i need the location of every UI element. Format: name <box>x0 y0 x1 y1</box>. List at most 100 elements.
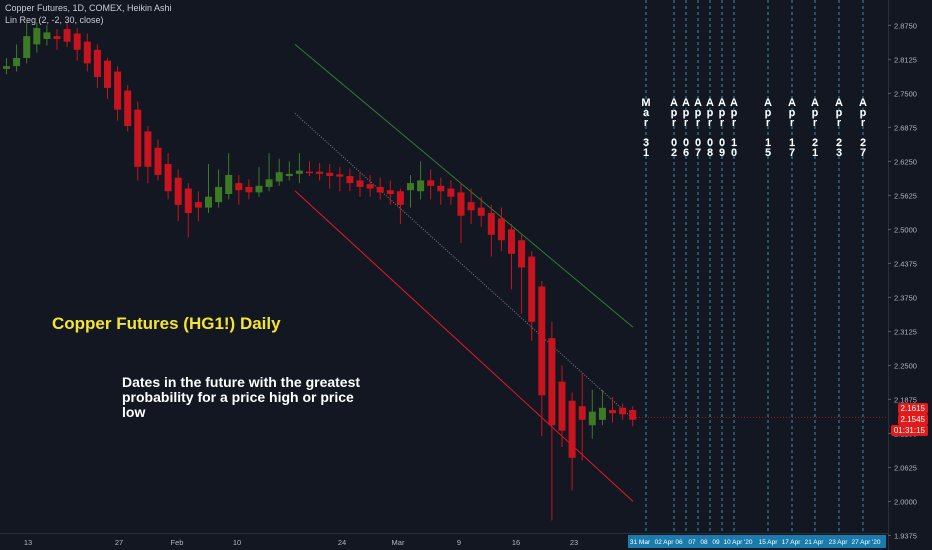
price-tick-label: 2.0000 <box>894 497 917 506</box>
price-chart[interactable]: 2.8750 2.8125 2.7500 2.6875 2.6250 2.5625 2.50… <box>0 0 932 550</box>
candle-up[interactable] <box>13 57 21 67</box>
candle-down[interactable] <box>609 409 616 414</box>
vertical-date-month: Mar <box>641 97 651 129</box>
vertical-date-label: Apr 10 <box>729 98 739 159</box>
candle-down[interactable] <box>487 213 495 235</box>
candle-down[interactable] <box>629 409 637 420</box>
future-date-label: 31 Mar <box>630 539 651 546</box>
vertical-date-label: Apr 08 <box>705 97 715 159</box>
candle-down[interactable] <box>194 202 202 208</box>
candle-up[interactable] <box>285 173 293 177</box>
candle-up[interactable] <box>215 186 223 203</box>
candle-up[interactable] <box>33 28 41 45</box>
candle-down[interactable] <box>518 240 526 268</box>
price-tick-label: 2.6250 <box>894 157 917 166</box>
candle-down[interactable] <box>93 49 101 78</box>
vertical-date-label: Apr 27 <box>858 98 868 159</box>
candle-down[interactable] <box>316 171 324 174</box>
candle-down[interactable] <box>538 286 546 396</box>
candle-down[interactable] <box>467 202 475 211</box>
chart-title-annotation: Copper Futures (HG1!) Daily <box>52 314 281 333</box>
price-tick-label: 2.8750 <box>894 21 917 30</box>
future-date-label: 06 <box>675 539 683 546</box>
vertical-date-day: 07 <box>694 137 702 159</box>
candle-up[interactable] <box>265 179 273 187</box>
vertical-date-month: Apr <box>706 97 714 129</box>
candle-down[interactable] <box>528 256 536 322</box>
candle-down[interactable] <box>346 176 354 184</box>
candle-down[interactable] <box>386 190 394 194</box>
candle-down[interactable] <box>235 183 243 191</box>
candle-down[interactable] <box>63 29 71 42</box>
candle-down[interactable] <box>326 172 334 177</box>
time-tick-label: 13 <box>24 538 32 547</box>
candle-down[interactable] <box>144 131 152 167</box>
future-date-label: 07 <box>688 539 696 546</box>
price-tick-label: 2.5000 <box>894 225 917 234</box>
last-price-badge: 2.1545 <box>897 414 928 425</box>
price-tick-label: 2.4375 <box>894 259 917 268</box>
candle-up[interactable] <box>43 32 51 39</box>
candle-down[interactable] <box>124 90 132 126</box>
candle-down[interactable] <box>376 186 384 193</box>
candle-down[interactable] <box>548 338 556 426</box>
candle-up[interactable] <box>205 196 212 208</box>
candle-down[interactable] <box>164 164 172 192</box>
candle-up[interactable] <box>295 170 303 174</box>
time-tick-label: Feb <box>171 538 184 547</box>
chart-window: 2.8750 2.8125 2.7500 2.6875 2.6250 2.5625 2.50… <box>0 0 932 550</box>
candle-up[interactable] <box>407 183 414 191</box>
candle-up[interactable] <box>225 174 233 194</box>
candle-down[interactable] <box>306 171 313 174</box>
candle-down[interactable] <box>568 400 576 458</box>
candle-down[interactable] <box>53 36 61 39</box>
candle-down[interactable] <box>114 71 122 110</box>
time-tick-label: Mar <box>392 538 405 547</box>
vertical-date-label: Apr 06 <box>681 98 691 159</box>
candle-down[interactable] <box>154 147 162 175</box>
future-date-label: 17 Apr <box>782 539 802 546</box>
candle-down[interactable] <box>427 180 435 186</box>
price-tick-label: 2.0625 <box>894 463 917 472</box>
candle-down[interactable] <box>356 180 364 187</box>
vertical-date-day: 23 <box>835 137 843 159</box>
candle-down[interactable] <box>245 186 253 193</box>
candle-up[interactable] <box>3 66 10 69</box>
candle-down[interactable] <box>619 407 627 415</box>
vertical-date-label: Apr 21 <box>810 97 820 159</box>
vertical-date-month: Apr <box>694 97 702 129</box>
candle-down[interactable] <box>497 218 505 241</box>
candle-down[interactable] <box>437 185 445 192</box>
time-tick-label: 16 <box>512 538 520 547</box>
candle-down[interactable] <box>336 174 344 177</box>
candle-down[interactable] <box>447 188 455 197</box>
candle-down[interactable] <box>477 207 485 216</box>
vertical-date-label: Apr 07 <box>693 97 703 159</box>
candle-down[interactable] <box>104 60 111 88</box>
future-date-label: 08 <box>700 539 708 546</box>
candle-up[interactable] <box>588 411 596 426</box>
candle-down[interactable] <box>134 109 142 167</box>
candle-down[interactable] <box>396 191 404 205</box>
candle-down[interactable] <box>578 406 586 420</box>
candle-up[interactable] <box>255 185 263 193</box>
candle-down[interactable] <box>508 229 515 254</box>
candle-down[interactable] <box>457 192 465 216</box>
price-tick-label: 2.3125 <box>894 327 917 336</box>
candle-down[interactable] <box>366 184 374 189</box>
chart-symbol-header[interactable]: Copper Futures, 1D, COMEX, Heikin Ashi <box>5 3 172 13</box>
candle-down[interactable] <box>184 188 192 214</box>
candle-down[interactable] <box>558 381 566 431</box>
candle-down[interactable] <box>83 41 91 64</box>
candle-up[interactable] <box>598 407 606 420</box>
candle-up[interactable] <box>275 172 283 182</box>
vertical-date-month: Apr <box>811 97 819 129</box>
candle-up[interactable] <box>417 180 425 192</box>
candle-up[interactable] <box>23 36 31 58</box>
future-date-label: 23 Apr <box>829 539 849 546</box>
vertical-date-day: 21 <box>811 137 819 159</box>
indicator-legend[interactable]: Lin Reg (2, -2, 30, close) <box>5 15 104 25</box>
price-tick-label: 2.6875 <box>894 123 917 132</box>
candle-down[interactable] <box>73 33 81 50</box>
candle-down[interactable] <box>174 177 182 205</box>
